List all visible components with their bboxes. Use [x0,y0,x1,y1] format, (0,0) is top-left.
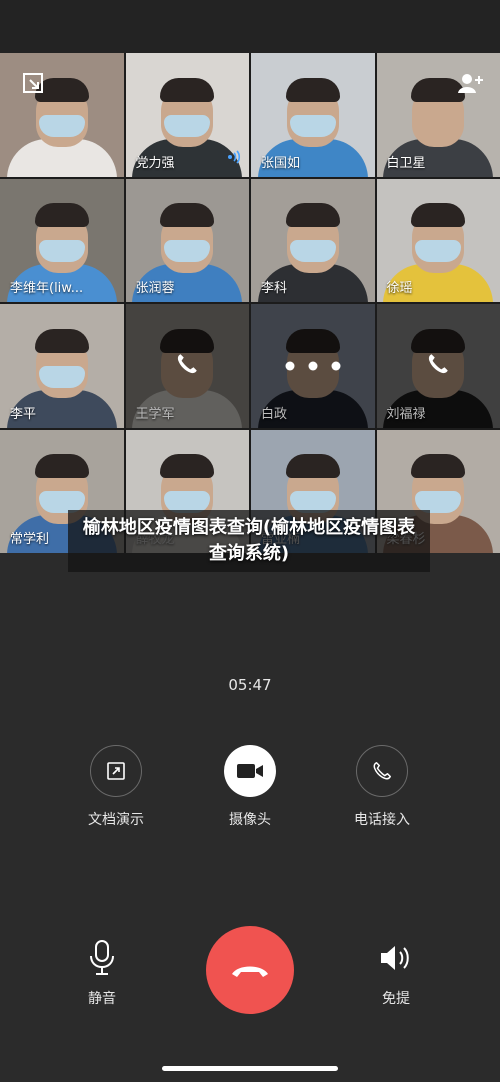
camera-label: 摄像头 [229,812,271,828]
mute-label: 静音 [88,991,116,1007]
hangup-icon [232,966,268,977]
participant-tile[interactable]: 李平 [0,304,124,428]
speaker-icon [346,938,446,978]
banner-text: 榆林地区疫情图表查询(榆林地区疫情图表查询系统) [82,517,416,564]
participant-tile[interactable]: 党力强 [125,53,249,177]
face-mask [415,240,462,263]
participant-name: 李维年(liw... [10,281,84,296]
phone-icon [425,351,451,381]
phone-icon [174,351,200,381]
title-banner: 榆林地区疫情图表查询(榆林地区疫情图表查询系统) [68,510,430,572]
home-indicator [162,1066,338,1071]
speaking-icon [227,149,243,169]
minimize-icon[interactable] [22,72,44,98]
phone-join-label: 电话接入 [354,812,410,828]
participant-name: 白政 [261,406,288,422]
mute-button[interactable]: 静音 [52,938,152,1008]
participant-hair [411,203,466,228]
participant-tile[interactable]: 刘福禄 [376,304,500,428]
face-mask [164,114,211,137]
participant-tile[interactable]: 张国如 [251,53,375,177]
participant-tile[interactable]: 白政 [251,304,375,428]
participant-tile[interactable]: 徐瑶 [376,178,500,302]
participant-name: 徐瑶 [386,281,413,296]
hangup-button[interactable] [206,926,294,1014]
participant-name: 李科 [261,281,288,296]
participant-name: 张润蓉 [135,281,175,296]
face-mask [289,114,336,137]
participant-name: 党力强 [135,155,175,171]
participant-hair [160,77,215,102]
participant-name: 王学军 [135,406,175,422]
participant-name: 常学利 [10,532,50,547]
participant-tile[interactable]: 李维年(liw... [0,178,124,302]
participant-hair [160,454,215,479]
face-mask [38,114,85,137]
share-icon [90,745,142,797]
handset-icon [356,745,408,797]
face-mask [38,365,85,388]
participant-name: 张国如 [261,155,301,171]
participant-hair [285,203,340,228]
face-mask [38,240,85,263]
speaker-label: 免提 [382,991,410,1007]
speaker-button[interactable]: 免提 [346,938,446,1008]
participant-hair [285,454,340,479]
participant-name: 李平 [10,406,37,422]
participant-hair [160,203,215,228]
participant-grid: 党力强张国如白卫星李维年(liw...张润蓉李科徐瑶李平王学军白政刘福禄常学利薛… [0,53,500,553]
participant-tile[interactable]: 李科 [251,178,375,302]
share-doc-button[interactable]: 文档演示 [56,745,176,829]
phone-join-button[interactable]: 电话接入 [322,745,442,829]
participant-name: 刘福禄 [386,406,426,422]
participant-tile[interactable]: 张润蓉 [125,178,249,302]
participant-tile[interactable]: 王学军 [125,304,249,428]
call-timer: 05:47 [228,676,272,694]
participant-hair [285,328,340,353]
participant-hair [160,328,215,353]
participant-hair [411,454,466,479]
face-mask [289,240,336,263]
add-user-icon[interactable] [456,72,484,98]
share-doc-label: 文档演示 [88,812,144,828]
participant-tile[interactable] [0,53,124,177]
dots-icon [285,361,341,371]
participant-hair [34,328,89,353]
participant-hair [411,328,466,353]
video-camera-icon [224,745,276,797]
participant-hair [285,77,340,102]
participant-name: 白卫星 [386,155,426,171]
microphone-icon [52,938,152,978]
face-mask [164,240,211,263]
participant-hair [34,454,89,479]
participant-hair [34,203,89,228]
camera-button[interactable]: 摄像头 [190,745,310,829]
status-bar-area [0,0,500,53]
